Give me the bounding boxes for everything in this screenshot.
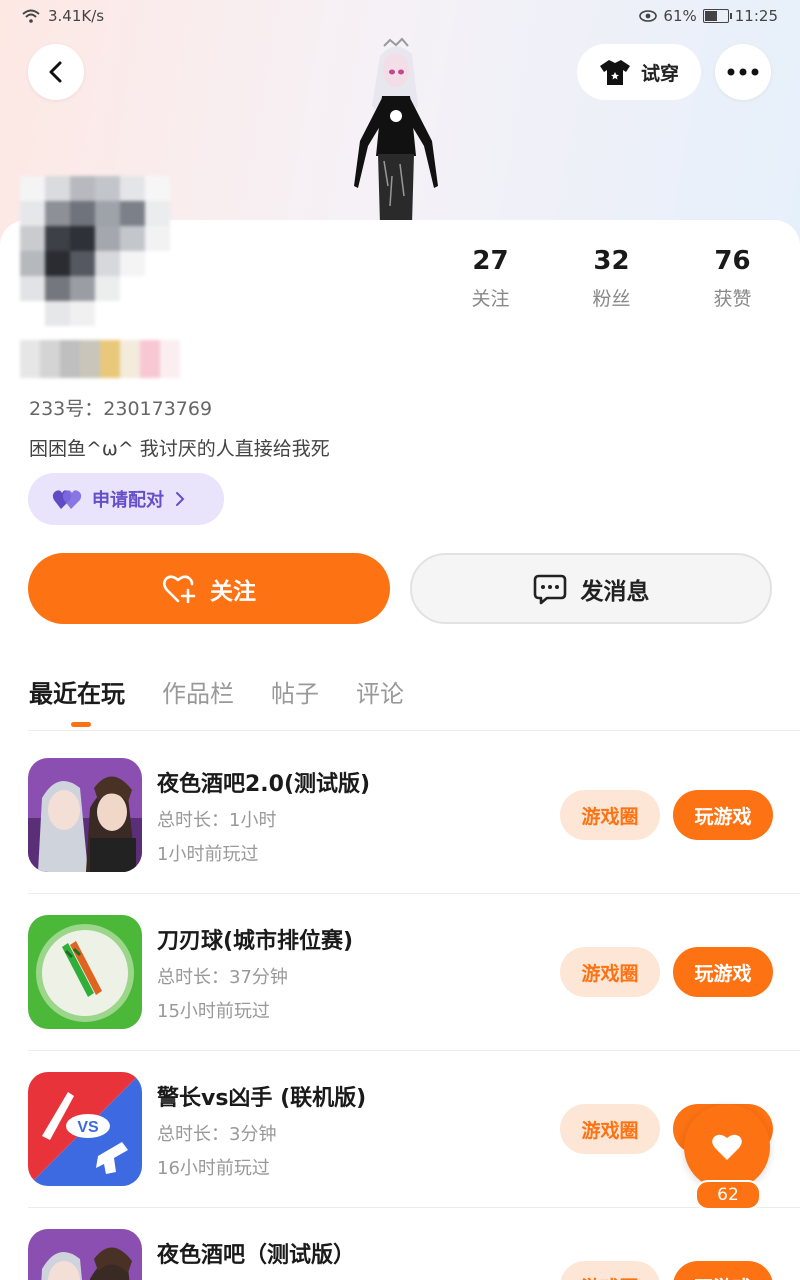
- play-game-button[interactable]: 玩游戏: [673, 790, 773, 840]
- send-message-label: 发消息: [580, 578, 650, 605]
- tab-recently-played[interactable]: 最近在玩: [29, 674, 125, 727]
- username-blurred: [20, 340, 200, 378]
- eye-icon: [639, 10, 658, 22]
- chevron-right-icon: [176, 492, 185, 506]
- game-circle-button[interactable]: 游戏圈: [560, 790, 660, 840]
- heart-plus-icon: [162, 574, 196, 603]
- back-button[interactable]: [28, 44, 84, 100]
- stat-value: 32: [593, 246, 630, 276]
- stat-following[interactable]: 27 关注: [430, 246, 551, 311]
- stat-value: 27: [472, 246, 509, 276]
- follow-button[interactable]: 关注: [28, 553, 390, 624]
- game-icon-sheriff-vs-killer[interactable]: VS: [28, 1072, 142, 1186]
- game-duration: 总时长：3分钟: [157, 1124, 277, 1145]
- game-title: 夜色酒吧2.0(测试版): [157, 772, 371, 797]
- tab-works[interactable]: 作品栏: [162, 674, 234, 709]
- game-title: 刀刃球(城市排位赛): [157, 929, 354, 954]
- heart-icon: [712, 1134, 742, 1160]
- floating-like-button[interactable]: [684, 1104, 770, 1190]
- game-list-item[interactable]: 夜色酒吧2.0(测试版) 总时长：1小时 1小时前玩过 游戏圈 玩游戏: [28, 758, 800, 915]
- send-message-button[interactable]: 发消息: [410, 553, 772, 624]
- chat-bubble-icon: [533, 574, 566, 604]
- battery-percent: 61%: [663, 7, 697, 25]
- game-icon-night-bar-beta[interactable]: [28, 1229, 142, 1280]
- play-game-button[interactable]: 玩游戏: [673, 1261, 773, 1280]
- game-circle-button[interactable]: 游戏圈: [560, 1104, 660, 1154]
- game-last-played: 15小时前玩过: [157, 1001, 270, 1022]
- more-dots-icon: [727, 68, 759, 76]
- stat-label: 关注: [471, 288, 510, 310]
- game-circle-button[interactable]: 游戏圈: [560, 1261, 660, 1280]
- user-id: 233号：230173769: [29, 398, 213, 420]
- avatar-character-figure[interactable]: [340, 36, 450, 224]
- game-list-item[interactable]: 刀刃球(城市排位赛) 总时长：37分钟 15小时前玩过 游戏圈 玩游戏: [28, 915, 800, 1072]
- chevron-left-icon: [49, 61, 62, 83]
- game-circle-button[interactable]: 游戏圈: [560, 947, 660, 997]
- tab-posts[interactable]: 帖子: [271, 674, 319, 709]
- game-list-item[interactable]: 夜色酒吧（测试版） 游戏圈 玩游戏: [28, 1229, 800, 1280]
- character-figure-icon: [354, 37, 438, 224]
- try-on-label: 试穿: [640, 62, 679, 85]
- follow-label: 关注: [210, 578, 256, 605]
- status-bar: 3.41K/s 61% 11:25: [0, 0, 800, 34]
- user-bio: 困困鱼^ω^ 我讨厌的人直接给我死: [29, 438, 330, 460]
- game-duration: 总时长：37分钟: [157, 967, 288, 988]
- list-divider: [28, 1050, 800, 1051]
- wifi-icon: [22, 9, 40, 23]
- battery-icon: [702, 9, 732, 23]
- profile-stats: 27 关注 32 粉丝 76 获赞: [430, 246, 800, 311]
- try-on-button[interactable]: 试穿: [577, 44, 701, 100]
- list-divider: [28, 893, 800, 894]
- tabs-divider: [28, 730, 800, 731]
- tshirt-icon: [599, 60, 630, 85]
- clock: 11:25: [734, 7, 778, 25]
- stat-likes[interactable]: 76 获赞: [672, 246, 793, 311]
- apply-pair-button[interactable]: 申请配对: [28, 473, 224, 525]
- game-icon-night-bar[interactable]: [28, 758, 142, 872]
- stat-label: 粉丝: [592, 288, 631, 310]
- game-title: 夜色酒吧（测试版）: [157, 1243, 356, 1268]
- play-game-button[interactable]: 玩游戏: [673, 947, 773, 997]
- more-options-button[interactable]: [715, 44, 771, 100]
- stat-value: 76: [714, 246, 751, 276]
- network-speed: 3.41K/s: [48, 7, 105, 25]
- list-divider: [28, 1207, 800, 1208]
- apply-pair-label: 申请配对: [92, 490, 164, 511]
- game-last-played: 16小时前玩过: [157, 1158, 270, 1179]
- vs-badge-text: VS: [77, 1119, 99, 1136]
- double-heart-icon: [52, 490, 82, 509]
- game-last-played: 1小时前玩过: [157, 844, 259, 865]
- game-duration: 总时长：1小时: [157, 810, 277, 831]
- like-count-badge: 62: [695, 1180, 761, 1210]
- stat-label: 获赞: [713, 288, 752, 310]
- game-icon-blade-ball[interactable]: [28, 915, 142, 1029]
- game-title: 警长vs凶手 (联机版): [157, 1086, 367, 1111]
- profile-tabs: 最近在玩 作品栏 帖子 评论: [29, 674, 404, 727]
- user-avatar-blurred[interactable]: [20, 176, 170, 326]
- stat-followers[interactable]: 32 粉丝: [551, 246, 672, 311]
- tab-comments[interactable]: 评论: [356, 674, 404, 709]
